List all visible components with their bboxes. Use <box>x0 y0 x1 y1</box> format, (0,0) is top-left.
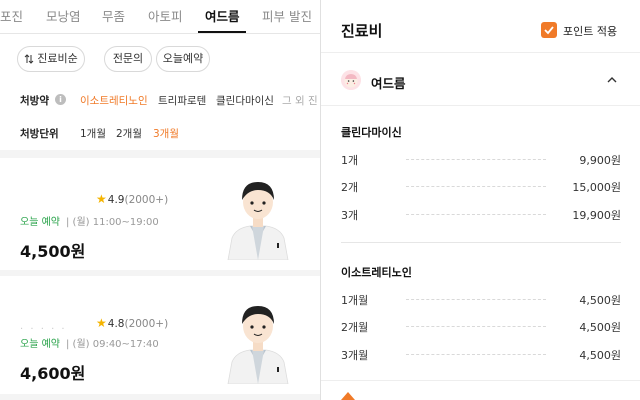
price-row: 1개 9,900원 <box>341 152 621 167</box>
doctor-avatar <box>227 306 289 384</box>
price-row: 3개 19,900원 <box>341 207 621 222</box>
amount: 9,900원 <box>579 154 621 167</box>
medicine-name: 이소트레티노인 <box>341 266 412 279</box>
prescription-option-trifarotene[interactable]: 트리파로텐 <box>158 93 206 108</box>
review-count: (2000+) <box>124 318 169 330</box>
info-icon[interactable]: i <box>55 94 66 105</box>
next-category-icon <box>341 392 355 400</box>
specialist-filter-label: 전문의 <box>112 52 144 65</box>
tab-acne[interactable]: 여드름 <box>205 6 240 25</box>
unit-option-2-month[interactable]: 2개월 <box>116 126 142 141</box>
star-icon: ★ <box>96 316 107 330</box>
star-icon: ★ <box>96 192 107 206</box>
quantity: 1개 <box>341 154 359 167</box>
specialist-filter-button[interactable]: 전문의 <box>104 46 152 72</box>
today-booking-filter-label: 오늘예약 <box>162 52 204 65</box>
clinic-card[interactable]: ★4.9(2000+) 오늘 예약 | (월) 11:00~19:00 4,50… <box>0 158 320 276</box>
price-row: 3개월 4,500원 <box>341 347 621 362</box>
quantity: 2개월 <box>341 321 369 334</box>
doctor-avatar <box>227 182 289 260</box>
amount: 4,500원 <box>579 321 621 334</box>
unit-label: 처방단위 <box>20 128 59 140</box>
opening-hours: | (월) 11:00~19:00 <box>66 217 159 228</box>
checkbox-checked-icon[interactable] <box>541 22 557 38</box>
price-row: 2개 15,000원 <box>341 179 621 194</box>
prescription-label: 처방약 <box>20 95 49 107</box>
tab-atopy[interactable]: 아토피 <box>148 6 183 25</box>
price: 4,600원 <box>20 364 86 383</box>
price-row: 1개월 4,500원 <box>341 292 621 307</box>
quantity: 3개월 <box>341 349 369 362</box>
sort-arrows-icon <box>24 54 34 64</box>
fee-panel: 진료비 포인트 적용 여드름 클린다마이신 1개 9,900원 2개 15,00… <box>320 0 640 400</box>
sort-by-fee-label: 진료비순 <box>37 52 78 65</box>
price: 4,500원 <box>20 242 86 261</box>
tab-folliculitis[interactable]: 모낭염 <box>46 6 81 25</box>
leader-dots <box>406 159 546 160</box>
clinic-card[interactable]: · · · · · ★4.8(2000+) 오늘 예약 | (월) 09:40~… <box>0 282 320 400</box>
amount: 4,500원 <box>579 294 621 307</box>
opening-hours: | (월) 09:40~17:40 <box>66 339 159 350</box>
amount: 19,900원 <box>572 209 621 222</box>
header-divider <box>321 52 640 53</box>
tab-athletes-foot[interactable]: 무좀 <box>102 6 125 25</box>
acne-face-icon <box>341 70 361 90</box>
category-divider <box>321 105 640 106</box>
tab-skin-rash[interactable]: 피부 발진 <box>262 6 312 25</box>
quantity: 2개 <box>341 181 359 194</box>
quantity: 1개월 <box>341 294 369 307</box>
section-divider <box>0 150 320 158</box>
unit-option-3-month[interactable]: 3개월 <box>153 126 179 141</box>
leader-dots <box>406 214 546 215</box>
fee-panel-title: 진료비 <box>341 22 383 40</box>
amount: 15,000원 <box>572 181 621 194</box>
unit-option-1-month[interactable]: 1개월 <box>80 126 106 141</box>
bottom-divider <box>321 380 640 381</box>
tab-herpes[interactable]: 포진 <box>0 6 23 25</box>
leader-dots <box>406 186 546 187</box>
leader-dots <box>406 354 546 355</box>
leader-dots <box>406 299 546 300</box>
today-booking-badge: 오늘 예약 <box>20 217 60 228</box>
prescription-option-others[interactable]: 그 외 진 <box>282 93 318 108</box>
active-tab-indicator <box>198 31 246 33</box>
rating-value: 4.9 <box>107 194 125 206</box>
review-count: (2000+) <box>124 194 169 206</box>
rating: ★4.8(2000+) <box>96 316 168 330</box>
amount: 4,500원 <box>579 349 621 362</box>
apply-points-label[interactable]: 포인트 적용 <box>563 23 617 39</box>
medicine-name: 클린다마이신 <box>341 126 402 139</box>
today-booking-filter-button[interactable]: 오늘예약 <box>156 46 210 72</box>
sort-by-fee-button[interactable]: 진료비순 <box>17 46 85 72</box>
prescription-option-clindamycin[interactable]: 클린다마이신 <box>216 93 274 108</box>
filter-chips: 진료비순 전문의 오늘예약 <box>0 46 320 72</box>
rating: ★4.9(2000+) <box>96 192 168 206</box>
category-title: 여드름 <box>371 76 406 91</box>
chevron-up-icon[interactable] <box>607 76 617 83</box>
quantity: 3개 <box>341 209 359 222</box>
leader-dots <box>406 326 546 327</box>
price-row: 2개월 4,500원 <box>341 319 621 334</box>
section-separator <box>341 242 621 243</box>
clinic-list-panel: 포진 모낭염 무좀 아토피 여드름 피부 발진 진료비순 전문의 오늘예약 처방… <box>0 0 320 400</box>
today-booking-badge: 오늘 예약 <box>20 339 60 350</box>
rating-value: 4.8 <box>107 318 125 330</box>
prescription-option-isotretinoin[interactable]: 이소트레티노인 <box>80 93 148 108</box>
blurred-clinic-name: · · · · · <box>20 324 67 335</box>
category-tabs: 포진 모낭염 무좀 아토피 여드름 피부 발진 <box>0 0 320 34</box>
